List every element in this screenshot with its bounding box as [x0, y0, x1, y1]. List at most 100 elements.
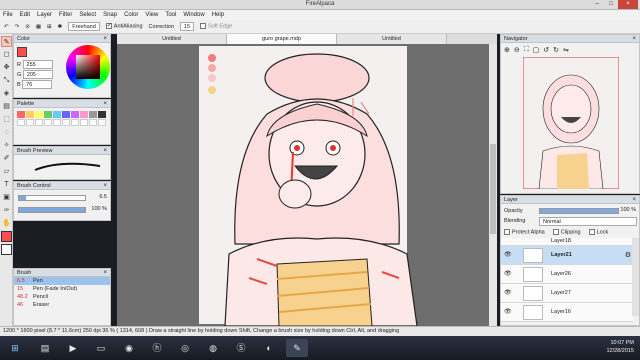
- actual-size-icon[interactable]: ▢: [533, 46, 540, 54]
- redo-icon[interactable]: ↷: [15, 24, 20, 30]
- menu-color[interactable]: Color: [124, 12, 138, 18]
- minimize-button[interactable]: –: [590, 0, 604, 9]
- drawing-canvas[interactable]: [117, 44, 497, 326]
- text-tool-icon[interactable]: T: [1, 179, 12, 190]
- menu-filter[interactable]: Filter: [59, 12, 72, 18]
- eye-icon[interactable]: 👁: [504, 289, 512, 296]
- r-value-input[interactable]: 255: [22, 60, 53, 69]
- move-tool-icon[interactable]: ✥: [1, 62, 12, 73]
- select-tool-icon[interactable]: ⬚: [1, 114, 12, 125]
- menu-snap[interactable]: Snap: [103, 12, 117, 18]
- transform-tool-icon[interactable]: ⤡: [1, 75, 12, 86]
- obs-icon[interactable]: ◐: [258, 339, 280, 357]
- gear-icon[interactable]: ⚙: [625, 251, 631, 259]
- brush-size-slider[interactable]: [18, 195, 86, 201]
- layer-row[interactable]: 👁 Layer26: [501, 265, 633, 284]
- g-value-input[interactable]: 205: [22, 70, 53, 79]
- panel-close-icon[interactable]: ×: [103, 269, 107, 277]
- eraser-tool-icon[interactable]: ◻: [1, 49, 12, 60]
- brush-item[interactable]: 6.5 Pen: [14, 277, 110, 285]
- pen-tool-icon[interactable]: ✎: [1, 36, 12, 47]
- mode-select[interactable]: Freehand: [68, 22, 100, 31]
- panel-close-icon[interactable]: ×: [103, 100, 107, 108]
- menu-edit[interactable]: Edit: [20, 12, 30, 18]
- select-pen-icon[interactable]: ✐: [1, 153, 12, 164]
- hp-icon[interactable]: ⓗ: [146, 339, 168, 357]
- saturation-square[interactable]: [76, 55, 100, 79]
- background-color-swatch[interactable]: [1, 244, 12, 255]
- layer-opacity-slider[interactable]: [539, 208, 619, 214]
- layer-list-scrollbar[interactable]: [632, 238, 639, 316]
- eyedropper-icon[interactable]: ✑: [1, 205, 12, 216]
- lasso-tool-icon[interactable]: ◌: [1, 127, 12, 138]
- undo-icon[interactable]: ↶: [4, 24, 9, 30]
- gradient-tool-icon[interactable]: ▤: [1, 101, 12, 112]
- menu-tool[interactable]: Tool: [165, 12, 176, 18]
- eye-icon[interactable]: 👁: [504, 270, 512, 277]
- menu-select[interactable]: Select: [79, 12, 96, 18]
- hand-tool-icon[interactable]: ✋: [1, 218, 12, 229]
- antialiasing-checkbox[interactable]: AntiAliasing: [105, 23, 143, 30]
- menu-view[interactable]: View: [145, 12, 158, 18]
- start-button[interactable]: ⊞: [4, 339, 26, 357]
- rotate-left-icon[interactable]: ↺: [543, 46, 549, 54]
- eye-icon[interactable]: 👁: [504, 308, 512, 315]
- media-player-icon[interactable]: ▶: [62, 339, 84, 357]
- snap-off-icon[interactable]: ⊘: [25, 24, 30, 30]
- layer-row[interactable]: 👁 Layer27: [501, 284, 633, 303]
- system-tray[interactable]: 10:07 PM 12/28/2015: [606, 339, 634, 355]
- panel-close-icon[interactable]: ×: [632, 35, 636, 43]
- canvas-area[interactable]: [117, 44, 497, 326]
- clipping-checkbox[interactable]: Clipping: [552, 229, 581, 235]
- eye-icon[interactable]: 👁: [504, 251, 512, 258]
- menu-window[interactable]: Window: [183, 12, 204, 18]
- brush-item[interactable]: 48.2 Pencil: [14, 293, 110, 301]
- divide-tool-icon[interactable]: ▣: [1, 192, 12, 203]
- zoom-out-icon[interactable]: ⊖: [514, 46, 520, 54]
- lock-checkbox[interactable]: Lock: [588, 229, 608, 235]
- panel-close-icon[interactable]: ×: [103, 182, 107, 190]
- zoom-in-icon[interactable]: ⊕: [504, 46, 510, 54]
- panel-close-icon[interactable]: ×: [103, 35, 107, 43]
- blending-select[interactable]: Normal: [539, 217, 637, 226]
- chrome-icon[interactable]: ◎: [174, 339, 196, 357]
- select-eraser-icon[interactable]: ▱: [1, 166, 12, 177]
- close-button[interactable]: ×: [618, 0, 638, 9]
- magic-wand-icon[interactable]: ✧: [1, 140, 12, 151]
- folder-icon[interactable]: ▭: [90, 339, 112, 357]
- menu-file[interactable]: File: [3, 12, 13, 18]
- foreground-color-swatch[interactable]: [1, 231, 12, 242]
- soft-edge-checkbox[interactable]: Soft Edge: [200, 23, 232, 30]
- brush-item[interactable]: 15 Pen (Fade In/Out): [14, 285, 110, 293]
- skype-icon[interactable]: Ⓢ: [230, 339, 252, 357]
- tab-untitled-2[interactable]: Untitled: [337, 34, 447, 44]
- flip-icon[interactable]: ⇋: [563, 46, 569, 54]
- correction-select[interactable]: 15: [179, 22, 195, 31]
- target-icon[interactable]: ✱: [58, 24, 63, 30]
- ruler-icon[interactable]: ⊞: [47, 24, 52, 30]
- menu-layer[interactable]: Layer: [37, 12, 52, 18]
- brush-item[interactable]: 46 Eraser: [14, 301, 110, 309]
- firefox-icon[interactable]: ◉: [118, 339, 140, 357]
- maximize-button[interactable]: □: [604, 0, 618, 9]
- scroll-thumb[interactable]: [490, 144, 496, 234]
- layer-row[interactable]: Layer18: [501, 238, 633, 246]
- brush-opacity-slider[interactable]: [18, 207, 86, 213]
- protect-alpha-checkbox[interactable]: Protect Alpha: [504, 229, 545, 235]
- navigator-thumbnail[interactable]: [523, 57, 619, 189]
- panel-close-icon[interactable]: ×: [103, 147, 107, 155]
- menu-help[interactable]: Help: [212, 12, 224, 18]
- current-color-swatch[interactable]: [17, 47, 27, 57]
- fit-icon[interactable]: ⛶: [524, 46, 529, 54]
- camera-icon[interactable]: ◍: [202, 339, 224, 357]
- grid-snap-icon[interactable]: ▦: [36, 24, 41, 30]
- explorer-icon[interactable]: ▤: [34, 339, 56, 357]
- canvas-vertical-scrollbar[interactable]: [489, 44, 497, 326]
- panel-close-icon[interactable]: ×: [632, 196, 636, 204]
- tab-guro-grape[interactable]: guro grape.mdp: [227, 34, 337, 44]
- layer-row[interactable]: 👁 Layer16: [501, 303, 633, 322]
- tab-untitled-1[interactable]: Untitled: [117, 34, 227, 44]
- b-value-input[interactable]: 76: [22, 80, 53, 89]
- layer-row[interactable]: 👁 Layer21 ⚙: [501, 246, 633, 265]
- fill-tool-icon[interactable]: ◈: [1, 88, 12, 99]
